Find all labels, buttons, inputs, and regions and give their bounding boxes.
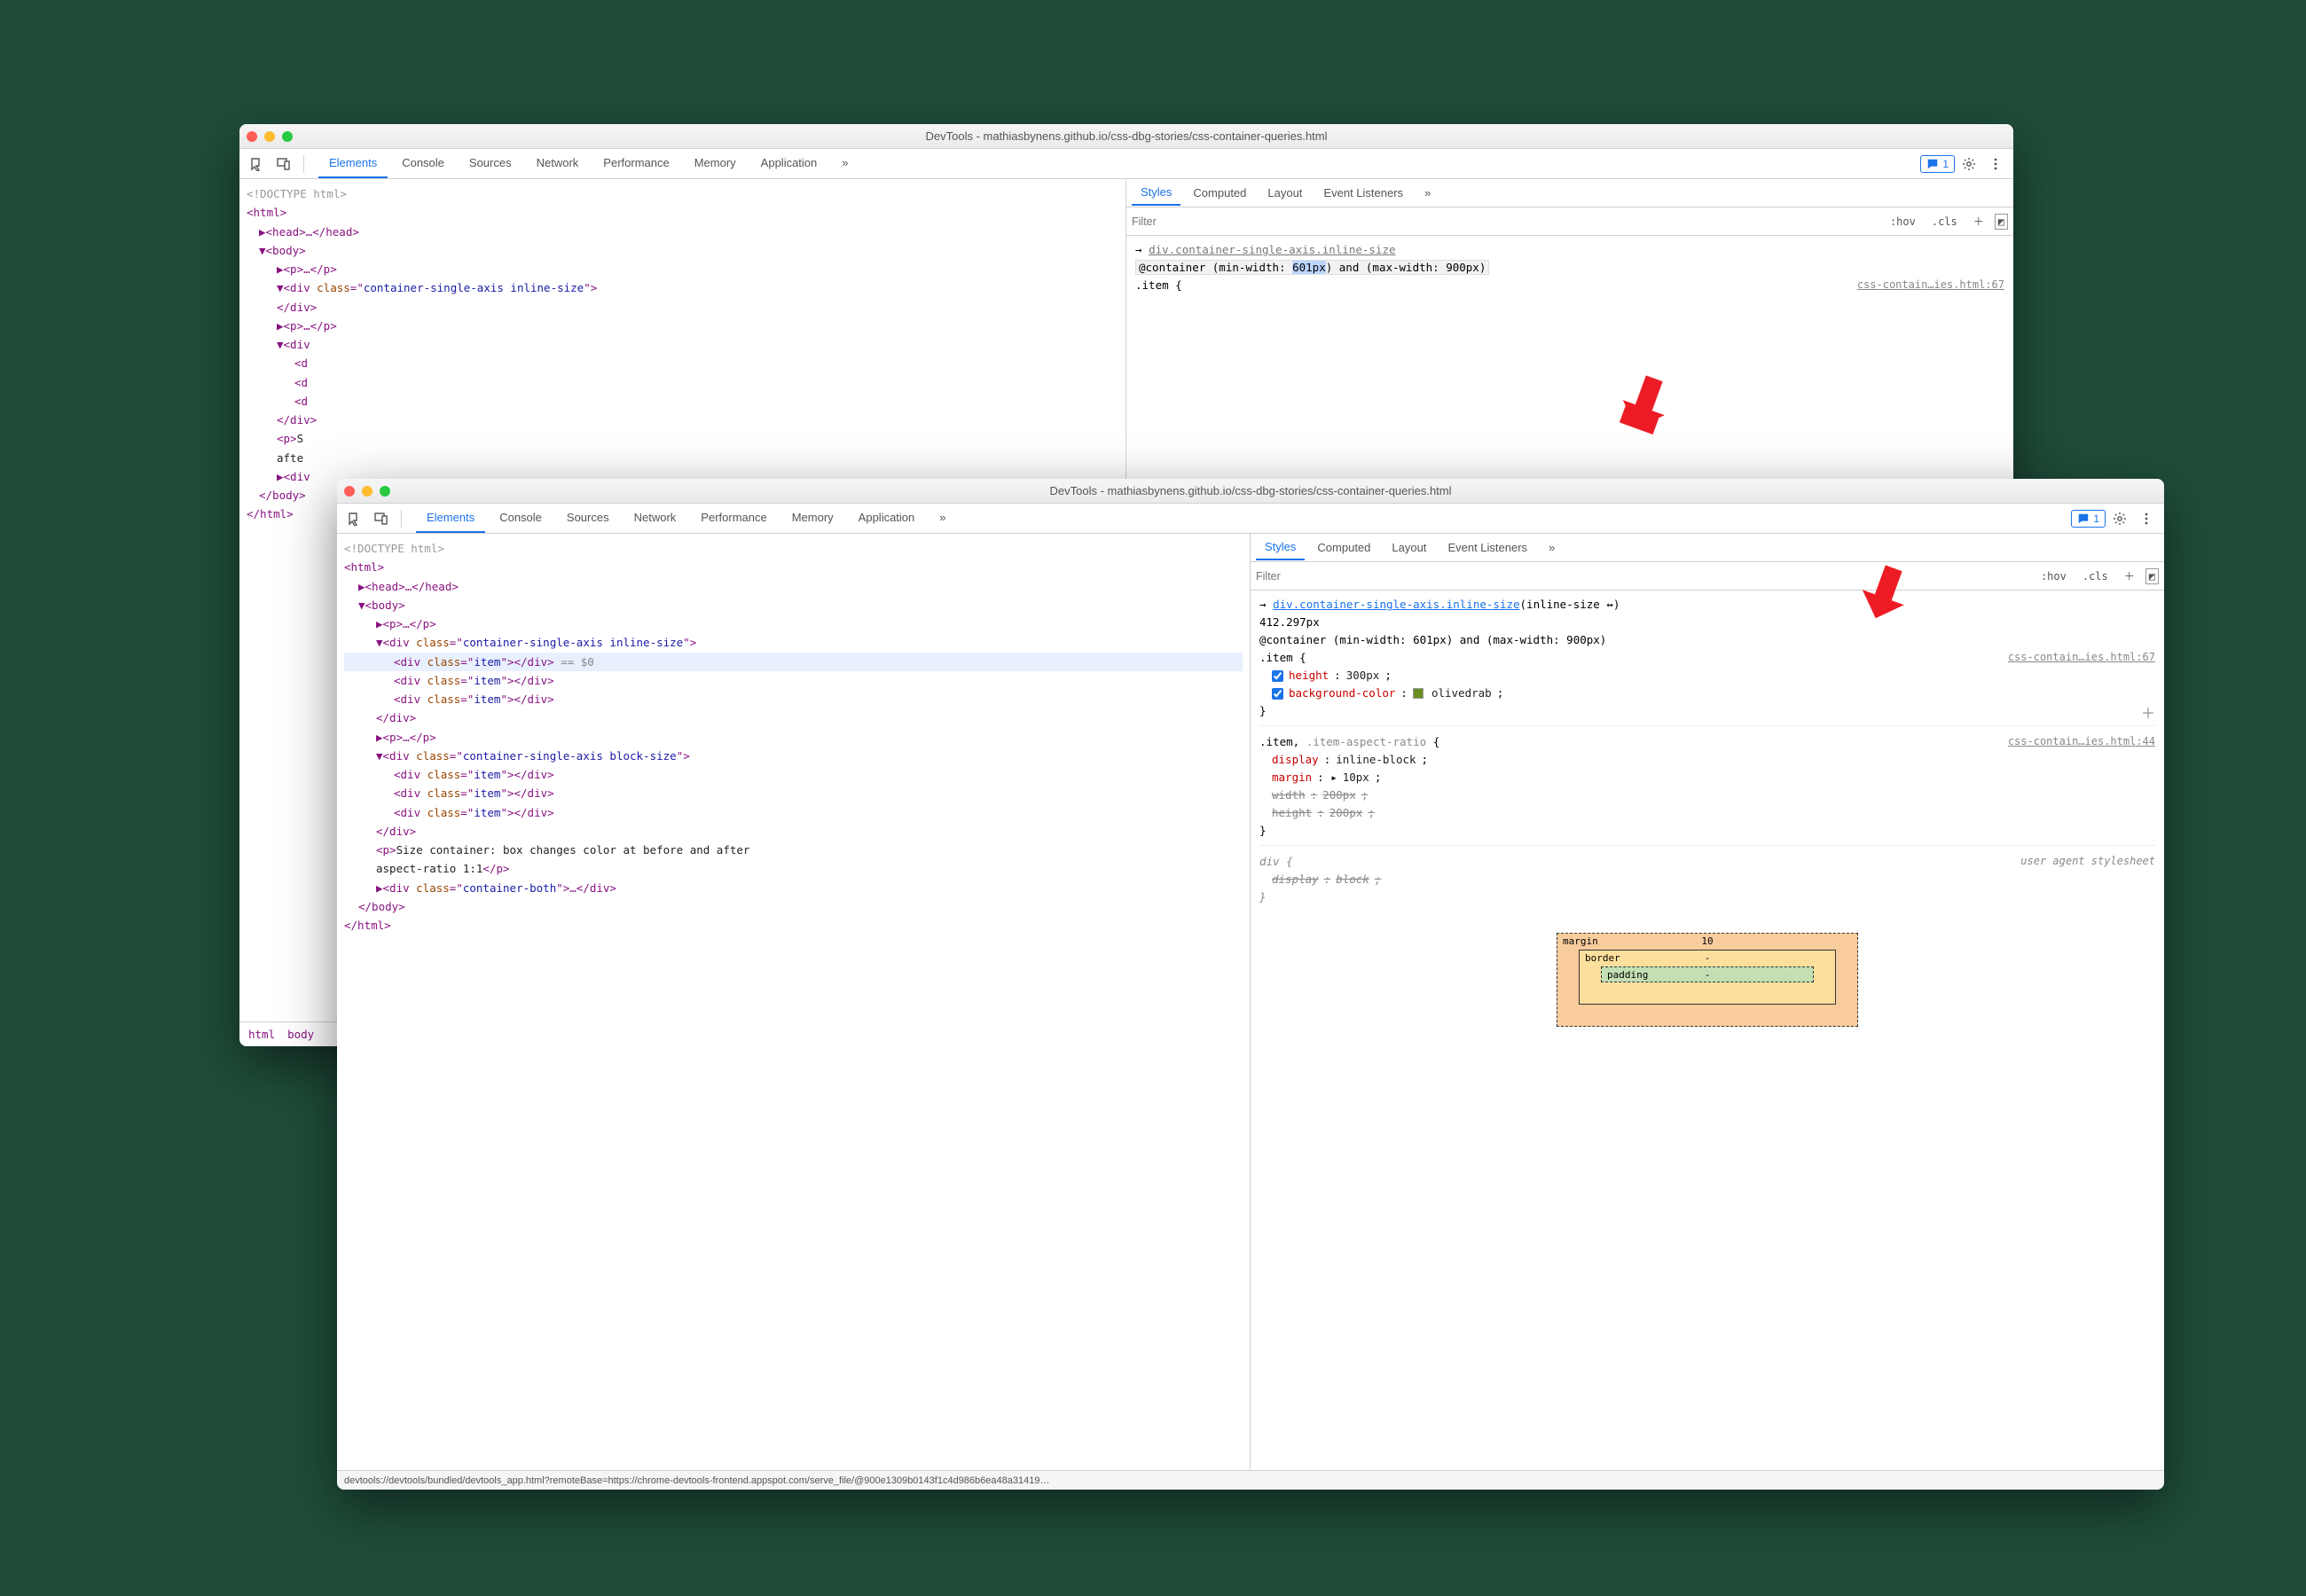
tab-application[interactable]: Application [848,504,926,533]
kebab-icon[interactable] [1983,153,2008,176]
messages-badge[interactable]: 1 [2071,510,2106,528]
source-link[interactable]: css-contain…ies.html:67 [2008,649,2155,666]
main-toolbar: Elements Console Sources Network Perform… [337,504,2164,534]
crumb-html[interactable]: html [248,1028,275,1041]
subtabs-overflow[interactable]: » [1416,181,1439,205]
kebab-icon[interactable] [2134,507,2159,530]
box-model[interactable]: margin10 border- padding- [1557,933,1858,1027]
hov-toggle[interactable]: :hov [1885,214,1921,230]
filter-bar: :hov .cls ＋ ◩ [1251,562,2164,591]
tab-network[interactable]: Network [624,504,687,533]
device-toggle-icon[interactable] [369,507,394,530]
tabs-overflow[interactable]: » [929,504,956,533]
tab-performance[interactable]: Performance [690,504,777,533]
tab-console[interactable]: Console [391,149,455,178]
annotation-arrow-icon [1854,562,1916,624]
devtools-window-front: DevTools - mathiasbynens.github.io/css-d… [337,479,2164,1490]
minimize-icon[interactable] [264,131,275,142]
prop-checkbox[interactable] [1272,688,1283,700]
container-rule: → div.container-single-axis.inline-size(… [1259,596,2155,726]
panel-tabs: Elements Console Sources Network Perform… [318,149,859,178]
sidebar-tabs: Styles Computed Layout Event Listeners » [1251,534,2164,562]
minimize-icon[interactable] [362,486,373,497]
ua-label: user agent stylesheet [2020,853,2155,870]
sidebar-collapse-icon[interactable]: ◩ [1995,214,2008,230]
zoom-icon[interactable] [380,486,390,497]
gear-icon[interactable] [2107,507,2132,530]
messages-badge[interactable]: 1 [1920,155,1955,173]
window-title: DevTools - mathiasbynens.github.io/css-d… [337,484,2164,497]
source-link[interactable]: css-contain…ies.html:67 [1857,277,2004,293]
message-icon [1926,158,1939,170]
tabs-overflow[interactable]: » [831,149,859,178]
inspect-icon[interactable] [245,153,270,176]
cls-toggle[interactable]: .cls [2077,568,2114,584]
styles-pane: Styles Computed Layout Event Listeners »… [1251,534,2164,1470]
tab-memory[interactable]: Memory [684,149,747,178]
titlebar[interactable]: DevTools - mathiasbynens.github.io/css-d… [337,479,2164,504]
subtab-layout[interactable]: Layout [1383,536,1435,559]
crumb-body[interactable]: body [287,1028,314,1041]
ua-rule: div {user agent stylesheet display: bloc… [1259,853,2155,906]
tab-sources[interactable]: Sources [556,504,620,533]
subtab-styles[interactable]: Styles [1132,180,1180,206]
sidebar-collapse-icon[interactable]: ◩ [2145,568,2159,584]
main-toolbar: Elements Console Sources Network Perform… [239,149,2013,179]
subtab-listeners[interactable]: Event Listeners [1314,181,1412,205]
subtabs-overflow[interactable]: » [1540,536,1564,559]
divider [401,510,402,528]
close-icon[interactable] [247,131,257,142]
tab-memory[interactable]: Memory [781,504,844,533]
new-rule-icon[interactable]: ＋ [1968,212,1989,231]
new-rule-icon[interactable]: ＋ [2119,567,2140,585]
item-rule: .item, .item-aspect-ratio { css-contain…… [1259,733,2155,846]
sidebar-tabs: Styles Computed Layout Event Listeners » [1126,179,2013,207]
container-selector-link[interactable]: div.container-single-axis.inline-size [1273,598,1519,611]
subtab-computed[interactable]: Computed [1184,181,1255,205]
cls-toggle[interactable]: .cls [1926,214,1963,230]
selected-node[interactable]: ⋯<div class="item"></div> == $0 [344,653,1243,671]
tab-performance[interactable]: Performance [592,149,679,178]
filter-input[interactable] [1132,215,1879,228]
styles-rules[interactable]: → div.container-single-axis.inline-size(… [1251,591,2164,1470]
inspect-icon[interactable] [342,507,367,530]
device-toggle-icon[interactable] [271,153,296,176]
add-property-icon[interactable]: ＋ [2141,702,2155,725]
tab-elements[interactable]: Elements [416,504,485,533]
divider [303,155,304,173]
subtab-computed[interactable]: Computed [1308,536,1379,559]
window-title: DevTools - mathiasbynens.github.io/css-d… [239,129,2013,143]
titlebar[interactable]: DevTools - mathiasbynens.github.io/css-d… [239,124,2013,149]
annotation-arrow-icon [1614,372,1676,434]
color-swatch-icon[interactable] [1413,688,1424,699]
content-split: <!DOCTYPE html> <html> ▶<head>…</head> ▼… [337,534,2164,1470]
panel-tabs: Elements Console Sources Network Perform… [416,504,957,533]
zoom-icon[interactable] [282,131,293,142]
subtab-listeners[interactable]: Event Listeners [1439,536,1536,559]
style-rule: → div.container-single-axis.inline-size … [1135,241,2004,294]
source-link[interactable]: css-contain…ies.html:44 [2008,733,2155,750]
traffic-lights [247,131,293,142]
tab-sources[interactable]: Sources [459,149,522,178]
tab-network[interactable]: Network [526,149,590,178]
status-bar: devtools://devtools/bundled/devtools_app… [337,1470,2164,1490]
container-selector-link[interactable]: div.container-single-axis.inline-size [1149,243,1395,256]
close-icon[interactable] [344,486,355,497]
subtab-styles[interactable]: Styles [1256,535,1305,560]
filter-bar: :hov .cls ＋ ◩ [1126,207,2013,236]
tab-console[interactable]: Console [489,504,553,533]
tab-elements[interactable]: Elements [318,149,388,178]
subtab-layout[interactable]: Layout [1259,181,1311,205]
hov-toggle[interactable]: :hov [2035,568,2072,584]
tab-application[interactable]: Application [750,149,828,178]
elements-tree[interactable]: <!DOCTYPE html> <html> ▶<head>…</head> ▼… [337,534,1251,1470]
message-icon [2077,512,2090,525]
gear-icon[interactable] [1957,153,1981,176]
traffic-lights [344,486,390,497]
prop-checkbox[interactable] [1272,670,1283,682]
